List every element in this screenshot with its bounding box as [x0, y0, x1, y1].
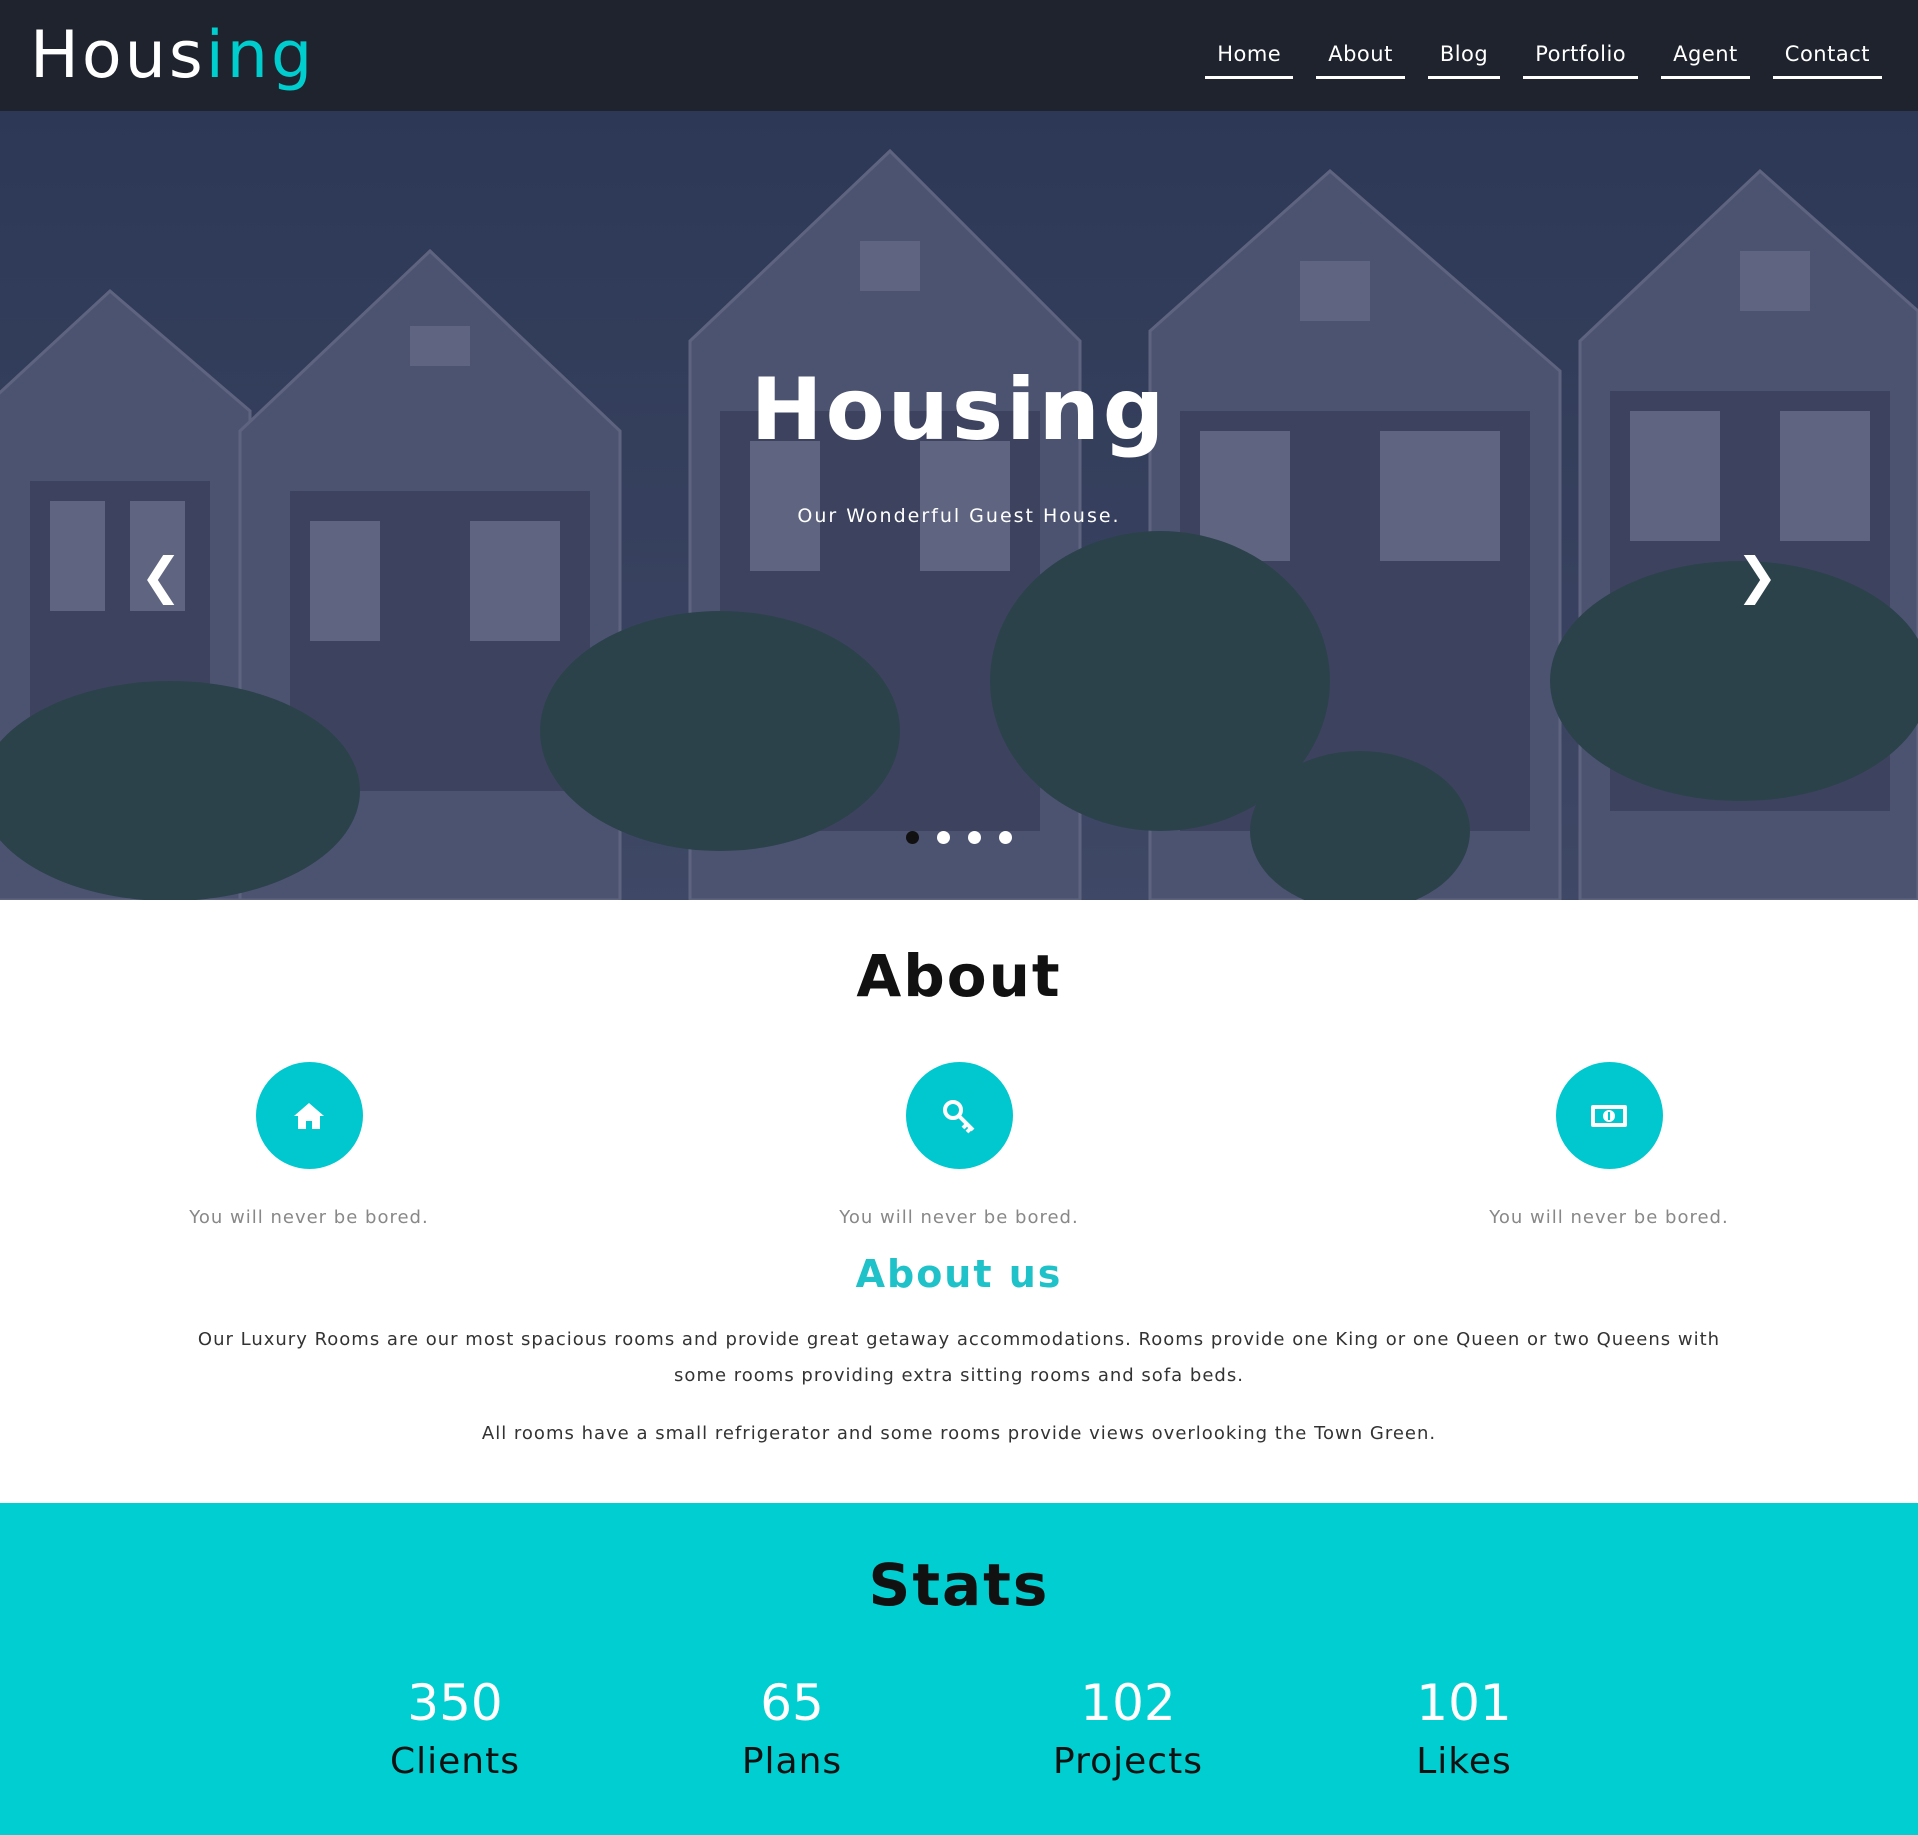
stat-label: Clients — [390, 1741, 520, 1782]
stat-value: 101 — [1416, 1674, 1512, 1732]
key-icon — [943, 1099, 975, 1133]
about-paragraph-2: All rooms have a small refrigerator and … — [481, 1423, 1437, 1444]
nav-item-home[interactable]: Home — [1205, 38, 1294, 79]
hero-title: Housing — [750, 360, 1168, 460]
stat-projects: 102 Projects — [1008, 1675, 1248, 1782]
logo-accent: ing — [205, 18, 316, 93]
feature-text: You will never be bored. — [1489, 1207, 1729, 1228]
money-icon — [1591, 1104, 1627, 1127]
nav-item-agent[interactable]: Agent — [1661, 38, 1750, 79]
carousel-dot-1[interactable] — [906, 831, 919, 844]
nav-item-contact[interactable]: Contact — [1772, 38, 1882, 79]
stat-label: Plans — [741, 1741, 843, 1782]
about-paragraph-1: Our Luxury Rooms are our most spacious r… — [197, 1329, 1721, 1386]
feature-home: You will never be bored. — [159, 1062, 459, 1228]
stat-value: 65 — [760, 1674, 824, 1732]
main-nav: Home About Blog Portfolio Agent Contact — [1205, 38, 1882, 79]
carousel-dot-4[interactable] — [999, 831, 1012, 844]
stat-label: Likes — [1416, 1741, 1512, 1782]
carousel-next-icon[interactable]: ❯ — [1736, 551, 1778, 601]
logo[interactable]: Housing — [30, 18, 315, 93]
logo-main: Hous — [30, 18, 206, 93]
top-navbar: Housing Home About Blog Portfolio Agent … — [0, 0, 1918, 111]
carousel-prev-icon[interactable]: ❮ — [140, 551, 182, 601]
carousel-dot-3[interactable] — [968, 831, 981, 844]
stat-clients: 350 Clients — [335, 1675, 575, 1782]
feature-text: You will never be bored. — [839, 1207, 1079, 1228]
stat-label: Projects — [1053, 1741, 1203, 1782]
nav-item-portfolio[interactable]: Portfolio — [1523, 38, 1639, 79]
feature-icon-circle — [905, 1062, 1013, 1169]
home-icon — [294, 1102, 324, 1129]
feature-icon-circle — [1555, 1062, 1663, 1169]
feature-money: You will never be bored. — [1459, 1062, 1759, 1228]
carousel-dot-2[interactable] — [937, 831, 950, 844]
nav-item-blog[interactable]: Blog — [1427, 38, 1501, 79]
stat-plans: 65 Plans — [672, 1675, 912, 1782]
feature-key: You will never be bored. — [809, 1062, 1109, 1228]
stats-heading: Stats — [868, 1551, 1050, 1619]
feature-text: You will never be bored. — [189, 1207, 429, 1228]
about-us-heading: About us — [855, 1252, 1063, 1296]
carousel-indicators — [0, 831, 1918, 844]
stat-value: 102 — [1080, 1674, 1176, 1732]
feature-icon-circle — [255, 1062, 363, 1169]
stats-section: Stats 350 Clients 65 Plans 102 Projects … — [0, 1503, 1918, 1835]
nav-item-about[interactable]: About — [1316, 38, 1405, 79]
stat-likes: 101 Likes — [1344, 1675, 1584, 1782]
hero-subtitle: Our Wonderful Guest House. — [797, 505, 1121, 527]
stat-value: 350 — [407, 1674, 503, 1732]
about-heading: About — [856, 942, 1062, 1010]
